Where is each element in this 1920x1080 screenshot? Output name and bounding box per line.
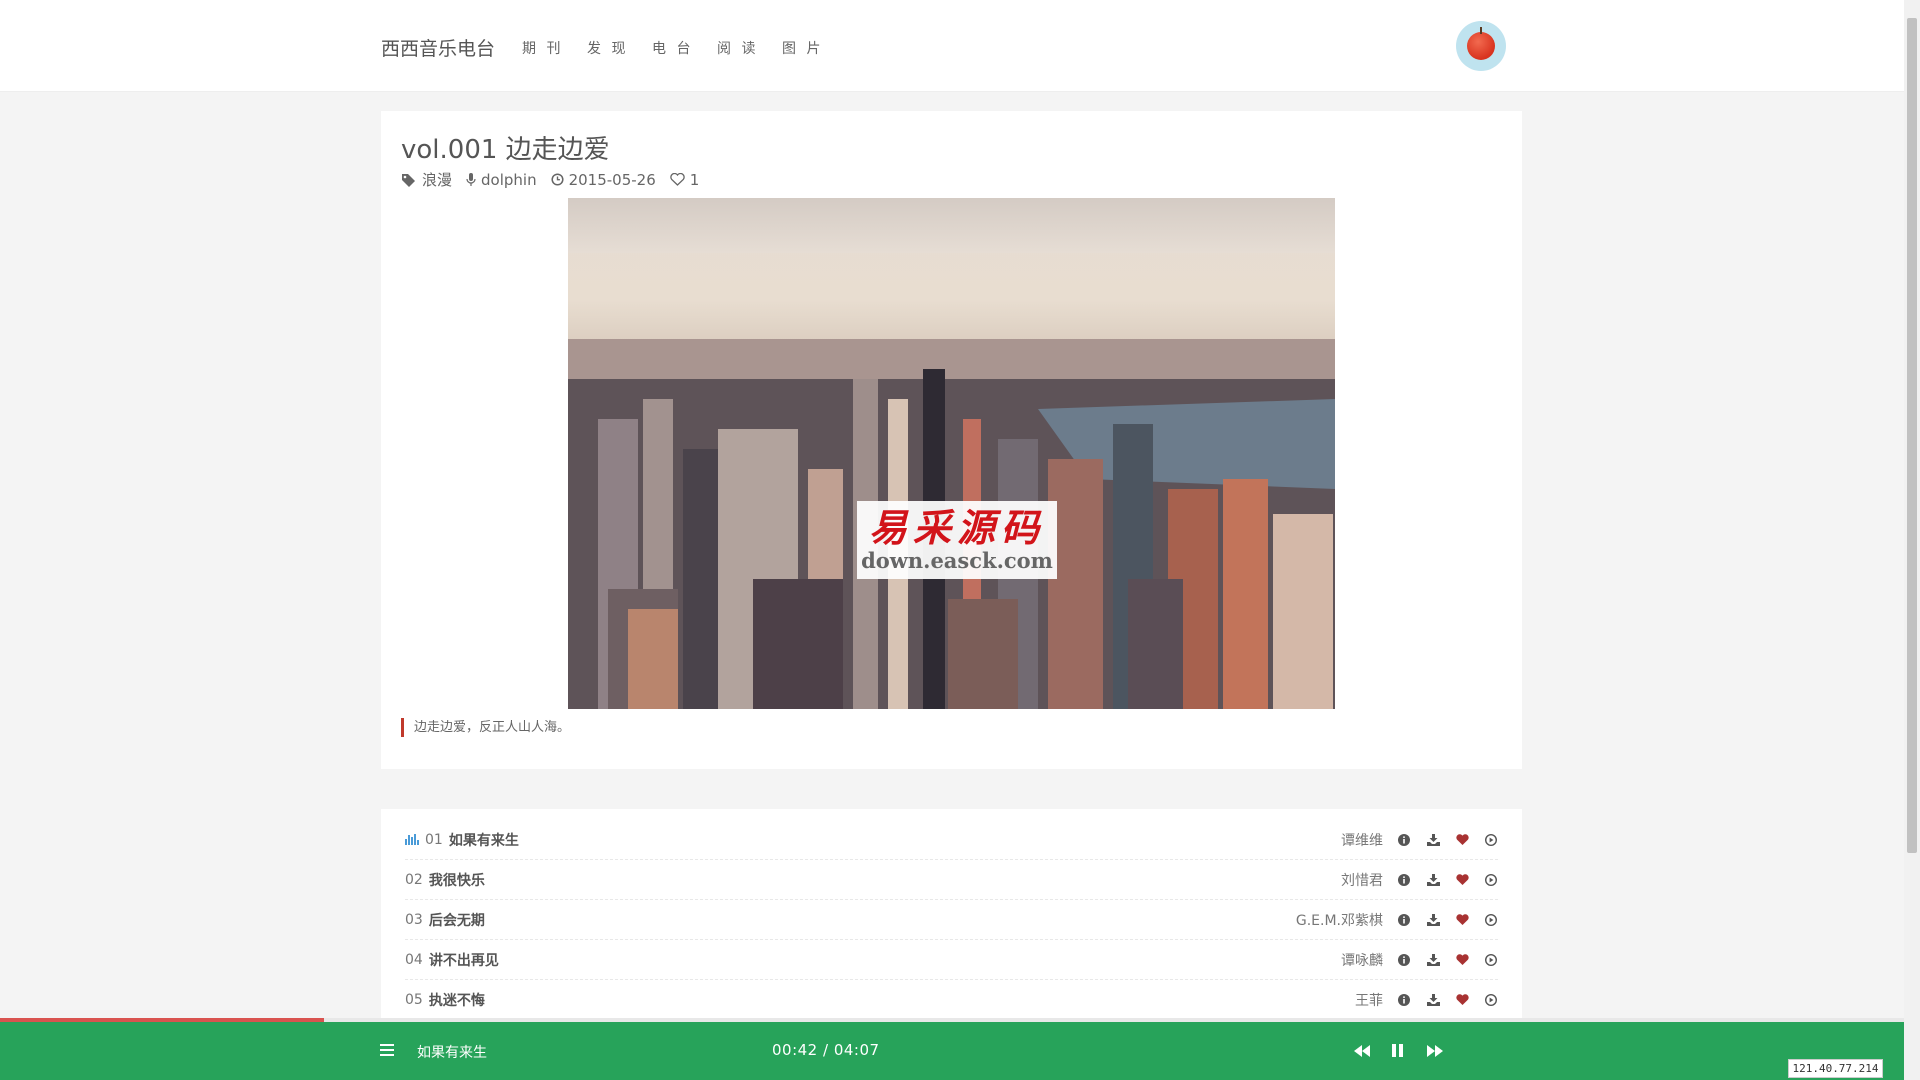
- play-circle-icon[interactable]: [1484, 953, 1498, 967]
- download-icon[interactable]: [1426, 833, 1440, 847]
- download-icon[interactable]: [1426, 953, 1440, 967]
- track-number: 05: [405, 991, 423, 1008]
- nav-item-read[interactable]: 阅 读: [717, 38, 782, 58]
- track-actions: [1397, 833, 1498, 847]
- meta-author[interactable]: dolphin: [466, 171, 537, 189]
- track-title[interactable]: 如果有来生: [449, 830, 519, 850]
- meta-likes-count: 1: [689, 170, 700, 189]
- track-actions: [1397, 993, 1498, 1007]
- previous-track-icon[interactable]: [1354, 1045, 1370, 1057]
- heart-icon[interactable]: [1455, 913, 1469, 927]
- tags-icon: [402, 173, 415, 187]
- meta-date-label: 2015-05-26: [568, 170, 656, 189]
- meta-tag[interactable]: 浪漫: [401, 169, 452, 190]
- track-actions: [1397, 913, 1498, 927]
- cover-sky: [568, 198, 1335, 253]
- article-quote: 边走边爱，反正人山人海。: [401, 718, 570, 737]
- track-artist[interactable]: 王菲: [1355, 990, 1383, 1010]
- user-avatar[interactable]: [1456, 21, 1506, 71]
- track-row[interactable]: 02 我很快乐 刘惜君: [405, 860, 1498, 900]
- cover-image: 易采源码 down.easck.com: [568, 198, 1335, 709]
- scrollbar-thumb[interactable]: [1907, 18, 1917, 853]
- info-icon[interactable]: [1397, 953, 1411, 967]
- watermark-chinese: 易采源码: [868, 505, 1045, 550]
- info-icon[interactable]: [1397, 833, 1411, 847]
- track-title[interactable]: 执迷不悔: [429, 990, 485, 1010]
- heart-icon[interactable]: [1455, 953, 1469, 967]
- info-icon[interactable]: [1397, 993, 1411, 1007]
- clock-icon: [551, 173, 564, 186]
- nav-item-pictures[interactable]: 图 片: [782, 38, 847, 58]
- meta-tag-label: 浪漫: [422, 171, 453, 189]
- watermark-url: down.easck.com: [861, 548, 1053, 573]
- article-card: vol.001 边走边爱 浪漫 dolphin 2015-05-26 1 易采源…: [381, 111, 1522, 769]
- track-number: 04: [405, 951, 423, 968]
- nav-item-issues[interactable]: 期 刊: [522, 38, 587, 58]
- download-icon[interactable]: [1426, 913, 1440, 927]
- ip-address-badge: 121.40.77.214: [1788, 1059, 1883, 1078]
- track-row[interactable]: 04 讲不出再见 谭咏麟: [405, 940, 1498, 980]
- meta-likes[interactable]: 1: [670, 170, 700, 189]
- article-title: vol.001 边走边爱: [401, 135, 610, 165]
- heart-icon[interactable]: [1455, 993, 1469, 1007]
- track-artist[interactable]: 刘惜君: [1341, 870, 1383, 890]
- heart-icon[interactable]: [1455, 873, 1469, 887]
- play-circle-icon[interactable]: [1484, 993, 1498, 1007]
- track-artist[interactable]: 谭咏麟: [1341, 950, 1383, 970]
- meta-date: 2015-05-26: [551, 171, 656, 189]
- main-nav: 期 刊 发 现 电 台 阅 读 图 片: [522, 38, 847, 58]
- playback-time: 00:42 / 04:07: [772, 1041, 880, 1059]
- track-row[interactable]: 05 执迷不悔 王菲: [405, 980, 1498, 1020]
- playlist-menu-icon[interactable]: [380, 1044, 394, 1056]
- play-circle-icon[interactable]: [1484, 873, 1498, 887]
- track-title[interactable]: 后会无期: [429, 910, 485, 930]
- apple-avatar-icon: [1467, 27, 1495, 60]
- track-number: 02: [405, 871, 423, 888]
- site-brand[interactable]: 西西音乐电台: [381, 34, 495, 61]
- track-row[interactable]: 01 如果有来生 谭维维: [405, 820, 1498, 860]
- heart-outline-icon: [670, 173, 685, 186]
- track-number: 01: [425, 831, 443, 848]
- info-icon[interactable]: [1397, 873, 1411, 887]
- track-actions: [1397, 873, 1498, 887]
- page-scrollbar[interactable]: [1904, 0, 1920, 1080]
- play-circle-icon[interactable]: [1484, 913, 1498, 927]
- track-title[interactable]: 我很快乐: [429, 870, 485, 890]
- track-artist[interactable]: G.E.M.邓紫棋: [1296, 910, 1383, 930]
- heart-icon[interactable]: [1455, 833, 1469, 847]
- nav-item-radio[interactable]: 电 台: [652, 38, 717, 58]
- music-player-bar: 如果有来生 00:42 / 04:07: [0, 1022, 1904, 1080]
- pause-icon[interactable]: [1392, 1044, 1404, 1057]
- meta-author-label: dolphin: [481, 170, 537, 189]
- next-track-icon[interactable]: [1427, 1045, 1443, 1057]
- top-navbar: 西西音乐电台 期 刊 发 现 电 台 阅 读 图 片: [0, 0, 1904, 92]
- track-row[interactable]: 03 后会无期 G.E.M.邓紫棋: [405, 900, 1498, 940]
- nav-item-discover[interactable]: 发 现: [587, 38, 652, 58]
- track-title[interactable]: 讲不出再见: [429, 950, 499, 970]
- watermark: 易采源码 down.easck.com: [857, 501, 1057, 579]
- play-circle-icon[interactable]: [1484, 833, 1498, 847]
- download-icon[interactable]: [1426, 993, 1440, 1007]
- article-meta: 浪漫 dolphin 2015-05-26 1: [401, 169, 713, 190]
- track-artist[interactable]: 谭维维: [1341, 830, 1383, 850]
- info-icon[interactable]: [1397, 913, 1411, 927]
- track-number: 03: [405, 911, 423, 928]
- now-playing-title: 如果有来生: [417, 1045, 487, 1061]
- now-playing-equalizer-icon: [405, 834, 419, 845]
- track-actions: [1397, 953, 1498, 967]
- microphone-icon: [466, 172, 476, 186]
- download-icon[interactable]: [1426, 873, 1440, 887]
